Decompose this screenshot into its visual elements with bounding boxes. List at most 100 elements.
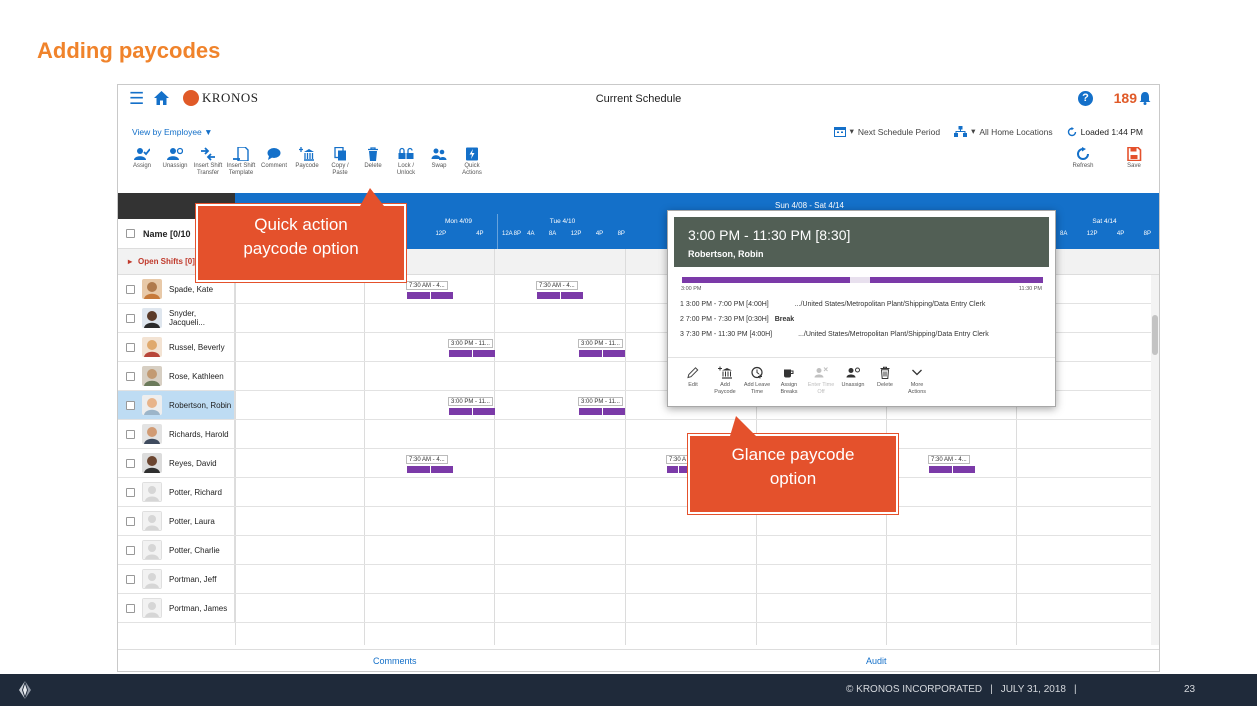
employee-row[interactable]: Portman, James bbox=[118, 594, 1159, 623]
day-header-tue[interactable]: Tue 4/10 12A 4A 8A 12P 4P 8P bbox=[497, 214, 627, 249]
callout-glance-paycode: Glance paycode option bbox=[688, 416, 898, 514]
reload-icon bbox=[1067, 126, 1076, 136]
delete-label: Delete bbox=[364, 163, 382, 169]
employee-row[interactable]: Potter, Charlie bbox=[118, 536, 1159, 565]
comment-label: Comment bbox=[260, 163, 287, 169]
shift-segment[interactable]: 1 3:00 PM - 7:00 PM [4:00H] .../United S… bbox=[680, 301, 985, 308]
hour-tick: 4P bbox=[476, 231, 484, 237]
select-all-checkbox[interactable] bbox=[126, 229, 135, 238]
row-checkbox[interactable] bbox=[126, 342, 135, 352]
callout-quick-action-paycode: Quick action paycode option bbox=[196, 188, 406, 282]
shift-bar bbox=[406, 466, 453, 473]
glance-enter-time-off-button[interactable]: Enter Time Off bbox=[806, 366, 836, 396]
shift-bar bbox=[578, 350, 625, 357]
paycode-button[interactable]: Paycode bbox=[291, 147, 323, 185]
bell-icon bbox=[1139, 91, 1151, 105]
home-icon[interactable] bbox=[154, 91, 169, 105]
glance-edit-button[interactable]: Edit bbox=[678, 366, 708, 396]
lock-unlock-button[interactable]: Lock / Unlock bbox=[390, 147, 422, 185]
employee-row[interactable]: Portman, Jeff bbox=[118, 565, 1159, 594]
avatar bbox=[142, 395, 162, 415]
row-checkbox[interactable] bbox=[126, 400, 135, 410]
hour-tick: 12P bbox=[435, 231, 447, 237]
row-checkbox[interactable] bbox=[126, 284, 135, 294]
loaded-status[interactable]: Loaded 1:44 PM bbox=[1067, 126, 1143, 137]
employee-name: Potter, Charlie bbox=[169, 545, 220, 555]
save-button[interactable]: Save bbox=[1118, 147, 1150, 170]
notifications[interactable]: 189 bbox=[1114, 90, 1151, 106]
shift-segment[interactable]: 2 7:00 PM - 7:30 PM [0:30H] Break bbox=[680, 316, 794, 323]
avatar-placeholder bbox=[142, 540, 162, 560]
view-by-dropdown[interactable]: View by Employee ▼ bbox=[132, 127, 213, 137]
row-checkbox[interactable] bbox=[126, 313, 135, 323]
lock-unlock-label: Lock / Unlock bbox=[396, 163, 416, 176]
swap-button[interactable]: Swap bbox=[423, 147, 455, 185]
row-checkbox[interactable] bbox=[126, 487, 135, 497]
assign-button[interactable]: Assign bbox=[126, 147, 158, 185]
comments-link[interactable]: Comments bbox=[373, 656, 417, 666]
glance-action-label: Delete bbox=[877, 382, 893, 388]
avatar bbox=[142, 453, 162, 473]
avatar-placeholder bbox=[142, 569, 162, 589]
shift-block[interactable]: 3:00 PM - 11... bbox=[578, 397, 625, 415]
shift-block[interactable]: 3:00 PM - 11... bbox=[578, 339, 625, 357]
day-header-sat[interactable]: Sat 4/14 8A 12P 4P 8P bbox=[1055, 214, 1153, 249]
shift-block[interactable]: 7:30 AM - 4... bbox=[406, 281, 453, 299]
row-checkbox[interactable] bbox=[126, 458, 135, 468]
period-selector[interactable]: ▾ Next Schedule Period bbox=[833, 126, 940, 137]
employee-row[interactable]: Potter, Laura bbox=[118, 507, 1159, 536]
insert-shift-template-button[interactable]: Insert Shift Template bbox=[225, 147, 257, 185]
row-checkbox[interactable] bbox=[126, 574, 135, 584]
glance-unassign-button[interactable]: Unassign bbox=[838, 366, 868, 396]
row-checkbox[interactable] bbox=[126, 429, 135, 439]
employee-row[interactable]: Potter, Richard bbox=[118, 478, 1159, 507]
hierarchy-icon bbox=[954, 126, 968, 137]
avatar bbox=[142, 424, 162, 444]
glance-add-paycode-button[interactable]: Add Paycode bbox=[710, 366, 740, 396]
scrollbar-thumb[interactable] bbox=[1152, 315, 1158, 355]
week-label: Sun 4/08 - Sat 4/14 bbox=[775, 201, 844, 210]
shift-bar bbox=[666, 466, 688, 473]
shift-block[interactable]: 3:00 PM - 11... bbox=[448, 339, 495, 357]
avatar bbox=[142, 337, 162, 357]
insert-shift-transfer-button[interactable]: Insert Shift Transfer bbox=[192, 147, 224, 185]
refresh-button[interactable]: Refresh bbox=[1067, 147, 1099, 170]
day-label: Tue 4/10 bbox=[549, 218, 576, 225]
segment-number: 2 bbox=[680, 316, 684, 323]
row-checkbox[interactable] bbox=[126, 371, 135, 381]
shift-block[interactable]: 7:30 A bbox=[666, 455, 690, 473]
quick-actions-button[interactable]: Quick Actions bbox=[456, 147, 488, 185]
shift-bar bbox=[406, 292, 453, 299]
help-icon[interactable]: ? bbox=[1078, 91, 1093, 106]
row-checkbox[interactable] bbox=[126, 603, 135, 613]
grid-scrollbar[interactable] bbox=[1151, 275, 1159, 645]
shift-time-label: 7:30 AM - 4... bbox=[406, 455, 448, 464]
copy-paste-button[interactable]: Copy / Paste bbox=[324, 147, 356, 185]
row-checkbox[interactable] bbox=[126, 545, 135, 555]
row-checkbox[interactable] bbox=[126, 516, 135, 526]
refresh-icon bbox=[1077, 147, 1089, 160]
shift-time-label: 3:00 PM - 11... bbox=[448, 397, 493, 406]
comment-button[interactable]: Comment bbox=[258, 147, 290, 185]
glance-add-leave-time-button[interactable]: Add Leave Time bbox=[742, 366, 772, 396]
delete-button[interactable]: Delete bbox=[357, 147, 389, 185]
glance-delete-button[interactable]: Delete bbox=[870, 366, 900, 396]
view-options: ▾ Next Schedule Period ▾ All Home Locati… bbox=[833, 126, 1143, 137]
shift-block[interactable]: 7:30 AM - 4... bbox=[536, 281, 583, 299]
shift-block[interactable]: 7:30 AM - 4... bbox=[928, 455, 975, 473]
shift-block[interactable]: 7:30 AM - 4... bbox=[406, 455, 453, 473]
copy-paste-label: Copy / Paste bbox=[331, 163, 349, 176]
employee-row[interactable]: Richards, Harold bbox=[118, 420, 1159, 449]
hour-tick: 8P bbox=[1143, 231, 1151, 237]
notification-count: 189 bbox=[1113, 90, 1137, 106]
unassign-button[interactable]: Unassign bbox=[159, 147, 191, 185]
shift-segment[interactable]: 3 7:30 PM - 11:30 PM [4:00H] .../United … bbox=[680, 331, 989, 338]
location-selector[interactable]: ▾ All Home Locations bbox=[954, 126, 1053, 137]
hamburger-menu-icon[interactable]: ☰ bbox=[129, 90, 144, 107]
toolbar-right: Refresh Save bbox=[1067, 147, 1151, 170]
employee-row[interactable]: Reyes, David 7:30 AM - 4... 7:30 A 7:30 … bbox=[118, 449, 1159, 478]
shift-block[interactable]: 3:00 PM - 11... bbox=[448, 397, 495, 415]
audit-link[interactable]: Audit bbox=[866, 656, 887, 666]
glance-assign-breaks-button[interactable]: Assign Breaks bbox=[774, 366, 804, 396]
glance-more-actions-button[interactable]: More Actions bbox=[902, 366, 932, 396]
